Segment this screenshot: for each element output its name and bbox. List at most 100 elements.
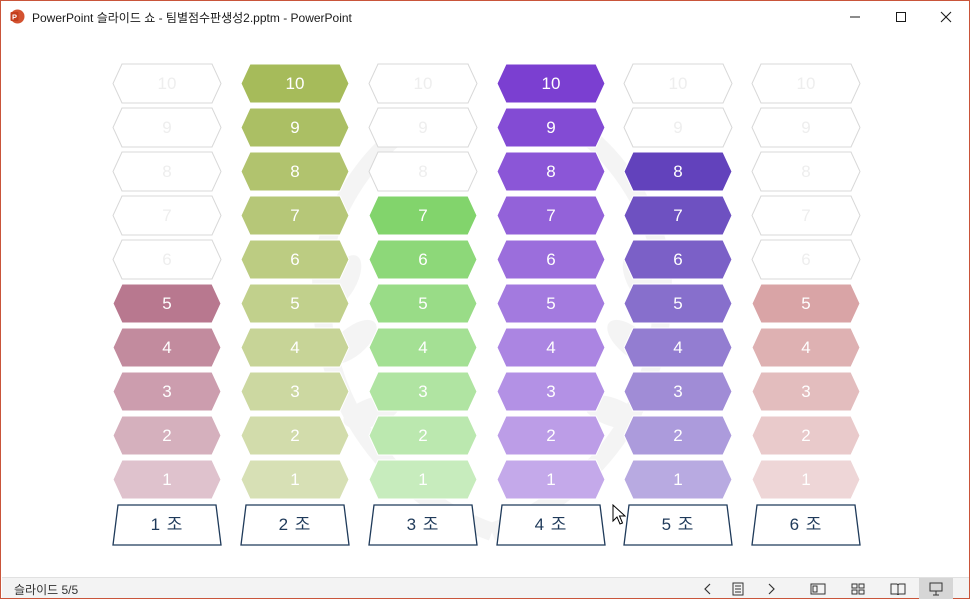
- score-cell-label: 3: [162, 382, 172, 401]
- score-cell-label: 1: [290, 470, 300, 489]
- score-cell[interactable]: 5: [496, 283, 606, 324]
- score-cell-label: 2: [546, 426, 556, 445]
- score-cell[interactable]: 6: [751, 239, 861, 280]
- score-cell[interactable]: 4: [112, 327, 222, 368]
- score-cell[interactable]: 8: [368, 151, 478, 192]
- normal-view-button[interactable]: [803, 578, 833, 599]
- maximize-button[interactable]: [878, 1, 924, 32]
- score-cell-label: 7: [418, 206, 428, 225]
- score-cell[interactable]: 3: [751, 371, 861, 412]
- team-name-box[interactable]: 5 조: [623, 504, 733, 546]
- score-cell-label: 3: [290, 382, 300, 401]
- team-name-label: 2 조: [278, 515, 312, 534]
- score-cell[interactable]: 1: [496, 459, 606, 500]
- score-cell[interactable]: 2: [751, 415, 861, 456]
- slide-sorter-button[interactable]: [843, 578, 873, 599]
- team-name-box[interactable]: 4 조: [496, 504, 606, 546]
- score-cell[interactable]: 4: [623, 327, 733, 368]
- score-cell[interactable]: 5: [751, 283, 861, 324]
- score-cell[interactable]: 2: [496, 415, 606, 456]
- score-cell[interactable]: 10: [368, 63, 478, 104]
- score-cell[interactable]: 7: [112, 195, 222, 236]
- score-cell[interactable]: 4: [240, 327, 350, 368]
- score-cell[interactable]: 5: [368, 283, 478, 324]
- score-cell-label: 7: [162, 206, 172, 225]
- score-cell[interactable]: 10: [240, 63, 350, 104]
- score-cell[interactable]: 9: [623, 107, 733, 148]
- score-cell[interactable]: 2: [112, 415, 222, 456]
- score-cell[interactable]: 6: [623, 239, 733, 280]
- score-cell[interactable]: 1: [112, 459, 222, 500]
- score-cell[interactable]: 3: [496, 371, 606, 412]
- team-name-box[interactable]: 3 조: [368, 504, 478, 546]
- score-cell[interactable]: 9: [496, 107, 606, 148]
- prev-slide-button[interactable]: [693, 578, 723, 599]
- reading-view-button[interactable]: [883, 578, 913, 599]
- score-cell[interactable]: 1: [751, 459, 861, 500]
- score-cell[interactable]: 9: [751, 107, 861, 148]
- score-cell[interactable]: 6: [496, 239, 606, 280]
- score-cell[interactable]: 8: [496, 151, 606, 192]
- score-cell[interactable]: 1: [240, 459, 350, 500]
- score-cell[interactable]: 8: [623, 151, 733, 192]
- score-cell[interactable]: 2: [368, 415, 478, 456]
- score-cell[interactable]: 5: [623, 283, 733, 324]
- score-cell[interactable]: 10: [751, 63, 861, 104]
- score-cell[interactable]: 6: [240, 239, 350, 280]
- score-cell[interactable]: 7: [240, 195, 350, 236]
- score-cell[interactable]: 9: [240, 107, 350, 148]
- score-cell[interactable]: 4: [751, 327, 861, 368]
- score-cell[interactable]: 7: [496, 195, 606, 236]
- score-cell[interactable]: 10: [623, 63, 733, 104]
- score-cell[interactable]: 4: [368, 327, 478, 368]
- score-cell[interactable]: 3: [112, 371, 222, 412]
- close-button[interactable]: [923, 1, 969, 32]
- score-cell-label: 8: [801, 162, 811, 181]
- slideshow-button[interactable]: [919, 578, 953, 599]
- score-cell-label: 6: [418, 250, 428, 269]
- team-column: 10 9 8 7 6 5 4 3 2 1 5 조: [623, 32, 733, 577]
- score-cell[interactable]: 2: [240, 415, 350, 456]
- score-cell-label: 1: [418, 470, 428, 489]
- team-name-box[interactable]: 6 조: [751, 504, 861, 546]
- maximize-icon: [896, 11, 906, 22]
- score-cell[interactable]: 7: [751, 195, 861, 236]
- score-cell[interactable]: 1: [368, 459, 478, 500]
- score-cell[interactable]: 3: [623, 371, 733, 412]
- team-column: 10 9 8 7 6 5 4 3 2 1 1 조: [112, 32, 222, 577]
- minimize-button[interactable]: [832, 1, 878, 32]
- team-name-box[interactable]: 1 조: [112, 504, 222, 546]
- score-cell[interactable]: 8: [240, 151, 350, 192]
- slide-list-button[interactable]: [723, 578, 753, 599]
- next-slide-button[interactable]: [756, 578, 786, 599]
- score-cell[interactable]: 6: [368, 239, 478, 280]
- score-cell[interactable]: 6: [112, 239, 222, 280]
- score-cell[interactable]: 9: [368, 107, 478, 148]
- score-cell[interactable]: 1: [623, 459, 733, 500]
- score-cell-label: 5: [801, 294, 811, 313]
- score-cell[interactable]: 7: [368, 195, 478, 236]
- slide-sorter-icon: [851, 583, 865, 594]
- score-cell-label: 3: [418, 382, 428, 401]
- score-cell-label: 5: [418, 294, 428, 313]
- score-cell[interactable]: 8: [751, 151, 861, 192]
- slide-canvas[interactable]: 10 9 8 7 6 5 4 3 2 1 1 조 10 9 8 7 6 5 4 3 2 1 2 조 10 9 8 7 6 5 4 3 2 1 3…: [2, 32, 969, 577]
- score-cell[interactable]: 3: [240, 371, 350, 412]
- score-cell[interactable]: 7: [623, 195, 733, 236]
- score-cell[interactable]: 10: [496, 63, 606, 104]
- score-cell[interactable]: 5: [112, 283, 222, 324]
- score-cell[interactable]: 9: [112, 107, 222, 148]
- score-cell[interactable]: 4: [496, 327, 606, 368]
- score-cell[interactable]: 3: [368, 371, 478, 412]
- score-cell[interactable]: 2: [623, 415, 733, 456]
- score-cell[interactable]: 8: [112, 151, 222, 192]
- score-cell-label: 3: [673, 382, 683, 401]
- score-cell[interactable]: 10: [112, 63, 222, 104]
- score-cell-label: 9: [290, 118, 300, 137]
- team-column: 10 9 8 7 6 5 4 3 2 1 3 조: [368, 32, 478, 577]
- team-column: 10 9 8 7 6 5 4 3 2 1 6 조: [751, 32, 861, 577]
- team-name-box[interactable]: 2 조: [240, 504, 350, 546]
- score-cell-label: 2: [801, 426, 811, 445]
- score-cell-label: 5: [546, 294, 556, 313]
- score-cell[interactable]: 5: [240, 283, 350, 324]
